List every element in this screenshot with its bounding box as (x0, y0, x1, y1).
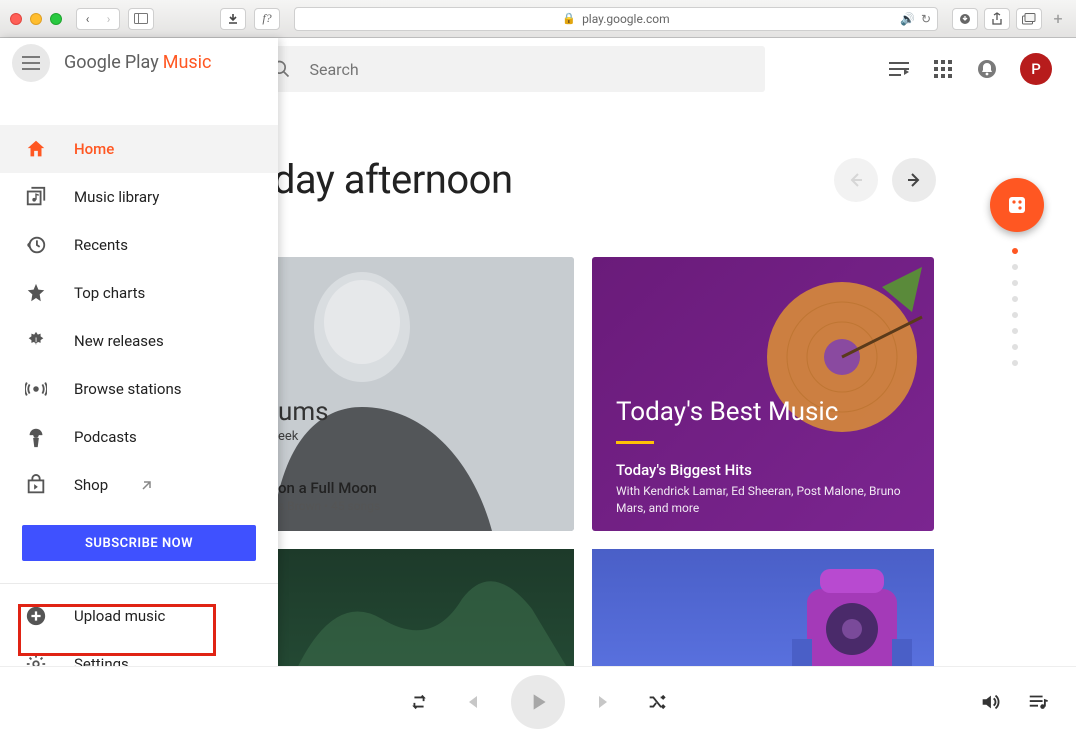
repeat-icon (408, 691, 430, 713)
nav-back-forward[interactable]: ‹› (76, 8, 120, 30)
external-icon (140, 478, 154, 492)
card-accent-bar (616, 441, 654, 444)
recommendation-card-albums[interactable]: ums eek on a Full Moon s Brown • 45 song… (232, 257, 574, 531)
volume-icon (979, 691, 1001, 713)
sidebar-item-top-charts[interactable]: Top charts (0, 269, 278, 317)
avatar-initial: P (1031, 60, 1041, 78)
shop-icon (24, 474, 48, 496)
url-text: play.google.com (582, 12, 670, 26)
sidebar-item-recents[interactable]: Recents (0, 221, 278, 269)
card-heading: Today's Biggest Hits (616, 461, 752, 479)
arrow-left-icon (846, 170, 866, 190)
card-title: Today's Best Music (616, 397, 838, 427)
card-subtitle: eek (278, 429, 298, 444)
card-album: on a Full Moon (278, 479, 377, 497)
forward-icon[interactable]: › (98, 12, 119, 26)
tabs-button[interactable] (1016, 8, 1042, 30)
shuffle-button[interactable] (645, 691, 669, 713)
subscribe-button[interactable]: SUBSCRIBE NOW (22, 525, 256, 561)
account-avatar[interactable]: P (1020, 53, 1052, 85)
window-controls (10, 13, 62, 25)
lock-icon: 🔒 (562, 12, 576, 25)
shuffle-fab[interactable] (990, 178, 1044, 232)
card-title: ums (278, 397, 329, 427)
skip-prev-icon (461, 692, 481, 712)
repeat-button[interactable] (407, 691, 431, 713)
recommendation-card-best-music[interactable]: Today's Best Music Today's Biggest Hits … (592, 257, 934, 531)
recommendation-card-4[interactable] (592, 549, 934, 679)
carousel-next-button[interactable] (892, 158, 936, 202)
dice-icon (1006, 194, 1028, 216)
recommendation-card-3[interactable] (232, 549, 574, 679)
sidebar-label: Podcasts (74, 428, 137, 446)
shuffle-icon (646, 691, 668, 713)
play-button[interactable] (511, 675, 565, 729)
sidebar-item-library[interactable]: Music library (0, 173, 278, 221)
show-sidebar-button[interactable] (128, 8, 154, 30)
fullscreen-window-button[interactable] (50, 13, 62, 25)
sidebar-item-home[interactable]: Home (0, 125, 278, 173)
share-button[interactable] (984, 8, 1010, 30)
svg-text:!: ! (35, 337, 37, 347)
downloads-button[interactable] (220, 8, 246, 30)
podcast-icon (24, 426, 48, 448)
sidebar-label: Upload music (74, 607, 165, 625)
sidebar-label: Shop (74, 476, 108, 494)
new-tab-button[interactable]: + (1050, 9, 1066, 28)
arrow-right-icon (904, 170, 924, 190)
card-artist: s Brown • 45 songs (278, 499, 380, 513)
skip-next-icon (595, 692, 615, 712)
sidebar-label: Music library (74, 188, 159, 206)
next-button[interactable] (593, 692, 617, 712)
sidebar-label: Home (74, 140, 114, 158)
new-releases-icon: ! (24, 330, 48, 352)
font-button[interactable]: f? (254, 8, 280, 30)
cast-queue-button[interactable] (888, 58, 910, 80)
page-indicator[interactable] (1012, 248, 1018, 366)
sidebar-label: Top charts (74, 284, 145, 302)
library-icon (24, 186, 48, 208)
prev-button[interactable] (459, 692, 483, 712)
menu-icon (22, 56, 40, 70)
close-window-button[interactable] (10, 13, 22, 25)
sidebar-divider (0, 583, 278, 584)
sidebar-item-shop[interactable]: Shop (0, 461, 278, 509)
home-icon (24, 138, 48, 160)
volume-button[interactable] (978, 691, 1002, 713)
sidebar-item-upload-music[interactable]: Upload music (0, 592, 278, 640)
card-description: With Kendrick Lamar, Ed Sheeran, Post Ma… (616, 483, 914, 517)
radio-icon (24, 378, 48, 400)
search-input[interactable] (309, 60, 751, 79)
sidebar-item-new-releases[interactable]: ! New releases (0, 317, 278, 365)
reload-icon[interactable]: ↻ (921, 12, 931, 26)
sidebar-logo[interactable]: Google Play Music (62, 52, 211, 73)
recents-icon (24, 234, 48, 256)
address-bar[interactable]: 🔒 play.google.com 🔊 ↻ (294, 7, 938, 31)
menu-button[interactable] (12, 44, 50, 82)
minimize-window-button[interactable] (30, 13, 42, 25)
carousel-prev-button[interactable] (834, 158, 878, 202)
queue-icon (1027, 691, 1049, 713)
upload-icon (24, 605, 48, 627)
play-icon (525, 689, 551, 715)
sidebar-label: Recents (74, 236, 128, 254)
star-icon (24, 282, 48, 304)
queue-button[interactable] (1026, 691, 1050, 713)
search-box[interactable] (257, 46, 765, 92)
sidebar-label: Browse stations (74, 380, 181, 398)
sidebar-label: New releases (74, 332, 164, 350)
browser-toolbar: ‹› f? 🔒 play.google.com 🔊 ↻ + (0, 0, 1076, 38)
player-bar (0, 666, 1076, 736)
sidebar-drawer: Google Play Music Home Music library Rec… (0, 38, 278, 736)
back-icon[interactable]: ‹ (77, 12, 98, 26)
sidebar-item-browse-stations[interactable]: Browse stations (0, 365, 278, 413)
apps-button[interactable] (932, 58, 954, 80)
sidebar-item-podcasts[interactable]: Podcasts (0, 413, 278, 461)
reader-icon[interactable]: 🔊 (900, 12, 915, 26)
notifications-button[interactable] (976, 58, 998, 80)
download-indicator[interactable] (952, 8, 978, 30)
